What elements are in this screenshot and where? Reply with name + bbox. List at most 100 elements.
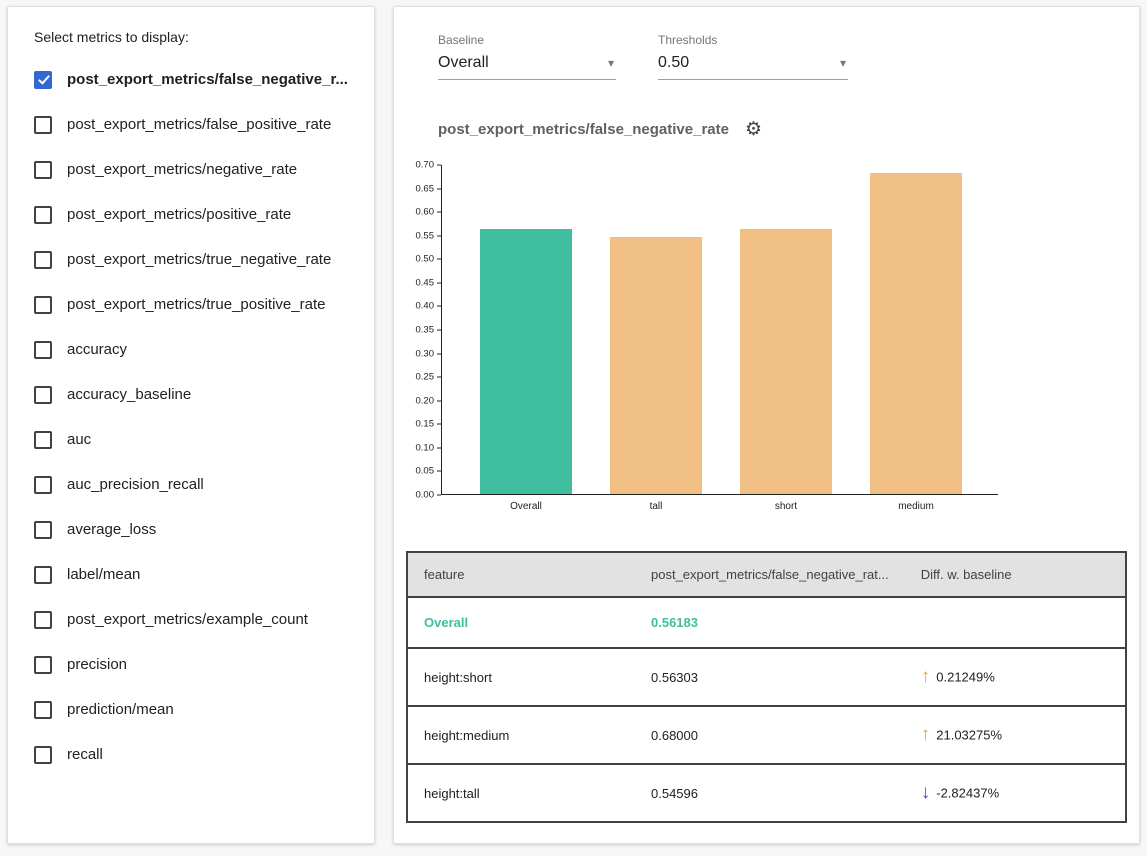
metric-item[interactable]: post_export_metrics/true_negative_rate	[32, 237, 350, 282]
value-cell: 0.56303	[635, 648, 905, 706]
metrics-panel-title: Select metrics to display:	[34, 29, 350, 45]
metric-label: auc	[67, 431, 91, 448]
metric-item[interactable]: auc	[32, 417, 350, 462]
diff-percent-text: 21.03275%	[936, 728, 1002, 743]
x-axis-category-label: medium	[851, 501, 981, 512]
metric-item[interactable]: post_export_metrics/negative_rate	[32, 147, 350, 192]
metric-list: post_export_metrics/false_negative_r...p…	[32, 57, 350, 777]
y-axis-tick-label: 0.60	[416, 207, 442, 218]
baseline-select-value: Overall	[438, 54, 489, 72]
metric-label: post_export_metrics/true_negative_rate	[67, 251, 331, 268]
chart-bar-overall[interactable]	[480, 229, 572, 494]
chart-bar-medium[interactable]	[870, 173, 962, 494]
metric-item[interactable]: accuracy	[32, 327, 350, 372]
checkbox-unchecked-icon[interactable]	[34, 566, 52, 584]
checkbox-unchecked-icon[interactable]	[34, 746, 52, 764]
chevron-down-icon: ▾	[840, 56, 846, 70]
metrics-table-header: featurepost_export_metrics/false_negativ…	[407, 552, 1126, 597]
metric-item[interactable]: precision	[32, 642, 350, 687]
checkbox-unchecked-icon[interactable]	[34, 116, 52, 134]
up-arrow-icon: ↑	[921, 724, 931, 745]
table-column-header: post_export_metrics/false_negative_rat..…	[635, 552, 905, 597]
feature-cell: height:tall	[407, 764, 635, 822]
checkbox-unchecked-icon[interactable]	[34, 611, 52, 629]
table-column-header: feature	[407, 552, 635, 597]
chart-bar-short[interactable]	[740, 229, 832, 494]
metric-item[interactable]: label/mean	[32, 552, 350, 597]
value-cell: 0.56183	[635, 597, 905, 648]
y-axis-tick-label: 0.50	[416, 254, 442, 265]
checkbox-unchecked-icon[interactable]	[34, 161, 52, 179]
thresholds-select-label: Thresholds	[658, 33, 848, 47]
metric-item[interactable]: post_export_metrics/true_positive_rate	[32, 282, 350, 327]
results-panel: Baseline Overall ▾ Thresholds 0.50 ▾ pos…	[393, 6, 1140, 844]
checkbox-unchecked-icon[interactable]	[34, 521, 52, 539]
metric-label: label/mean	[67, 566, 140, 583]
y-axis-tick-label: 0.40	[416, 301, 442, 312]
chart-header: post_export_metrics/false_negative_rate …	[438, 120, 1139, 139]
metric-label: accuracy	[67, 341, 127, 358]
bar-chart: 0.000.050.100.150.200.250.300.350.400.45…	[394, 161, 1139, 523]
baseline-select-label: Baseline	[438, 33, 616, 47]
metric-label: post_export_metrics/positive_rate	[67, 206, 291, 223]
metric-label: prediction/mean	[67, 701, 174, 718]
chart-plot-area: Overalltallshortmedium	[441, 165, 998, 495]
metric-label: recall	[67, 746, 103, 763]
metric-label: auc_precision_recall	[67, 476, 204, 493]
metric-item[interactable]: post_export_metrics/positive_rate	[32, 192, 350, 237]
metrics-select-panel: Select metrics to display: post_export_m…	[7, 6, 375, 844]
checkbox-unchecked-icon[interactable]	[34, 701, 52, 719]
metric-item[interactable]: prediction/mean	[32, 687, 350, 732]
checkbox-unchecked-icon[interactable]	[34, 386, 52, 404]
table-row: height:tall0.54596↓-2.82437%	[407, 764, 1126, 822]
metric-item[interactable]: post_export_metrics/false_positive_rate	[32, 102, 350, 147]
baseline-select[interactable]: Baseline Overall ▾	[438, 33, 616, 80]
checkbox-unchecked-icon[interactable]	[34, 296, 52, 314]
diff-cell: ↑ 21.03275%	[905, 706, 1126, 764]
x-axis-category-label: Overall	[461, 501, 591, 512]
metric-label: post_export_metrics/example_count	[67, 611, 308, 628]
diff-cell	[905, 597, 1126, 648]
checkbox-unchecked-icon[interactable]	[34, 476, 52, 494]
chart-title: post_export_metrics/false_negative_rate	[438, 121, 729, 138]
diff-cell: ↑ 0.21249%	[905, 648, 1126, 706]
metric-item[interactable]: post_export_metrics/example_count	[32, 597, 350, 642]
controls-bar: Baseline Overall ▾ Thresholds 0.50 ▾	[394, 7, 1139, 80]
metric-label: average_loss	[67, 521, 156, 538]
feature-cell: Overall	[407, 597, 635, 648]
table-row: height:short0.56303↑0.21249%	[407, 648, 1126, 706]
checkbox-unchecked-icon[interactable]	[34, 341, 52, 359]
y-axis-tick-label: 0.65	[416, 183, 442, 194]
y-axis-tick-label: 0.10	[416, 442, 442, 453]
metric-item[interactable]: accuracy_baseline	[32, 372, 350, 417]
y-axis-tick-label: 0.45	[416, 277, 442, 288]
down-arrow-icon: ↓	[921, 782, 931, 803]
x-axis-category-label: tall	[591, 501, 721, 512]
checkbox-unchecked-icon[interactable]	[34, 251, 52, 269]
metric-label: post_export_metrics/true_positive_rate	[67, 296, 325, 313]
metric-label: post_export_metrics/false_negative_r...	[67, 71, 348, 88]
checkbox-unchecked-icon[interactable]	[34, 656, 52, 674]
metric-label: post_export_metrics/negative_rate	[67, 161, 297, 178]
up-arrow-icon: ↑	[921, 666, 931, 687]
checkbox-unchecked-icon[interactable]	[34, 206, 52, 224]
y-axis-tick-label: 0.20	[416, 395, 442, 406]
y-axis-tick-label: 0.55	[416, 230, 442, 241]
metric-item[interactable]: auc_precision_recall	[32, 462, 350, 507]
table-row: Overall0.56183	[407, 597, 1126, 648]
x-axis-category-label: short	[721, 501, 851, 512]
metric-item[interactable]: average_loss	[32, 507, 350, 552]
y-axis-tick-label: 0.35	[416, 325, 442, 336]
metric-label: post_export_metrics/false_positive_rate	[67, 116, 331, 133]
thresholds-select[interactable]: Thresholds 0.50 ▾	[658, 33, 848, 80]
checkbox-checked-icon[interactable]	[34, 71, 52, 89]
value-cell: 0.68000	[635, 706, 905, 764]
diff-percent-text: 0.21249%	[936, 670, 995, 685]
metric-item[interactable]: recall	[32, 732, 350, 777]
chart-settings-gear-icon[interactable]: ⚙	[745, 120, 762, 139]
checkbox-unchecked-icon[interactable]	[34, 431, 52, 449]
metrics-table: featurepost_export_metrics/false_negativ…	[406, 551, 1127, 823]
y-axis-tick-label: 0.05	[416, 466, 442, 477]
chart-bar-tall[interactable]	[610, 237, 702, 494]
metric-item[interactable]: post_export_metrics/false_negative_r...	[32, 57, 350, 102]
